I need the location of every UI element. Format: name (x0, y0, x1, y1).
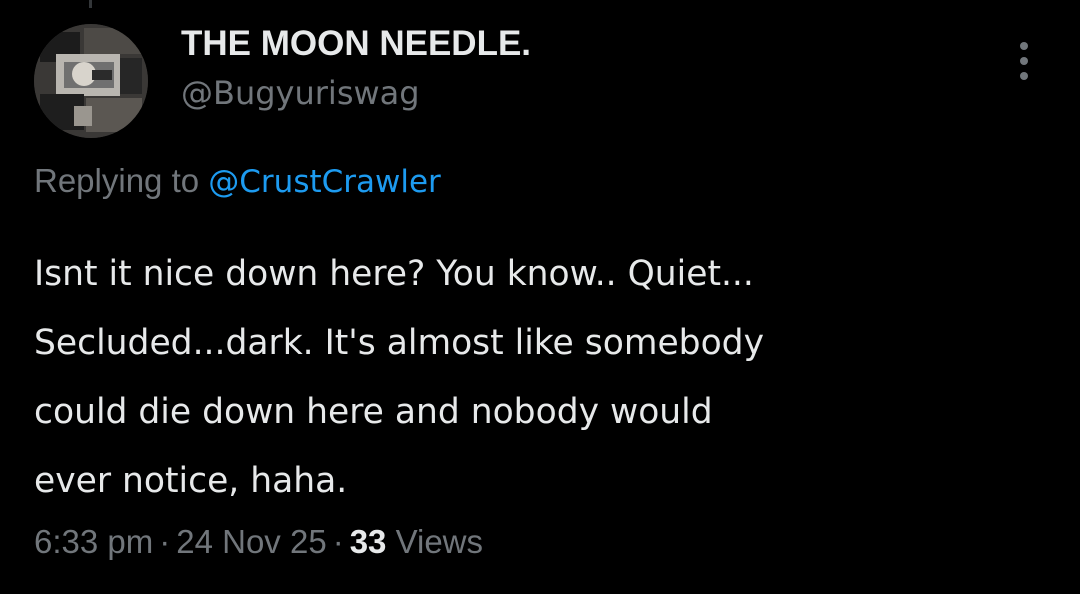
more-options-button[interactable] (1004, 38, 1044, 84)
views-count: 33 (349, 523, 387, 560)
avatar-image (34, 24, 148, 138)
meta-separator: · (332, 523, 344, 560)
display-name[interactable]: THE MOON NEEDLE. (181, 24, 531, 64)
tweet-metadata: 6:33 pm · 24 Nov 25 · 33 Views (34, 520, 483, 564)
tweet-time-link[interactable]: 6:33 pm (34, 523, 153, 560)
thread-connector-line (89, 0, 92, 8)
user-handle[interactable]: @Bugyuriswag (181, 74, 420, 112)
tweet-text-line: ever notice, haha. (34, 461, 348, 501)
avatar[interactable] (34, 24, 148, 138)
replying-to-line: Replying to @CrustCrawler (34, 160, 441, 203)
tweet-text-line: could die down here and nobody would (34, 392, 713, 432)
replying-to-mention-link[interactable]: @CrustCrawler (208, 164, 441, 200)
tweet-text-line: Secluded...dark. It's almost like somebo… (34, 323, 764, 363)
tweet-date-link[interactable]: 24 Nov 25 (176, 523, 326, 560)
meta-separator: · (159, 523, 171, 560)
views-label: Views (395, 523, 484, 560)
replying-to-label: Replying to (34, 162, 200, 199)
tweet-text: Isnt it nice down here? You know.. Quiet… (34, 240, 1054, 516)
tweet-text-line: Isnt it nice down here? You know.. Quiet… (34, 254, 754, 294)
